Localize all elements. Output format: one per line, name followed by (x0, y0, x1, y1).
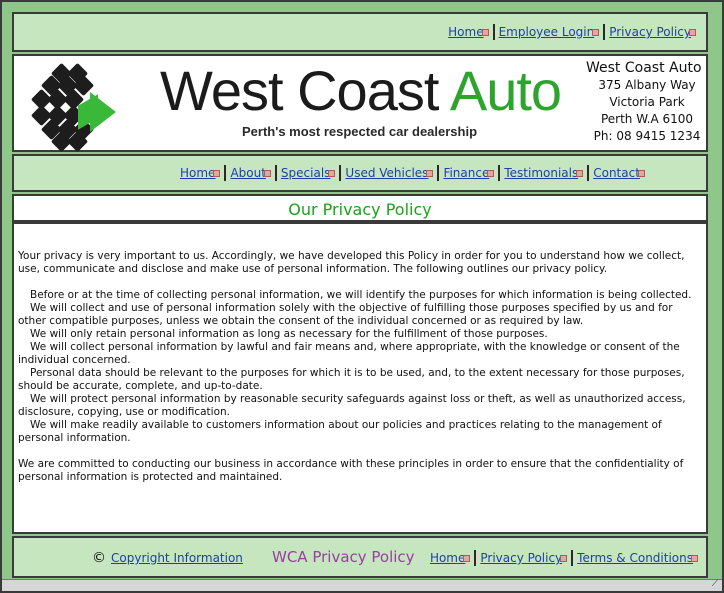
top-nav-bar: Home Employee Login Privacy Policy (12, 12, 708, 52)
nav-separator (474, 550, 477, 566)
external-link-icon (426, 169, 434, 177)
top-nav: Home Employee Login Privacy Policy (448, 24, 696, 40)
nav-separator (603, 24, 606, 40)
external-link-icon (560, 554, 568, 562)
external-link-icon (637, 169, 645, 177)
nav-separator (498, 165, 501, 181)
footer-privacy-policy-link[interactable]: Privacy Policy (480, 551, 562, 565)
external-link-icon (592, 28, 600, 36)
policy-point: We will protect personal information by … (18, 393, 689, 418)
nav-separator (339, 165, 342, 181)
address-phone: Ph: 08 9415 1234 (593, 129, 701, 143)
policy-closing: We are committed to conducting our busin… (18, 458, 687, 483)
logo-mark-icon (30, 62, 124, 153)
nav-specials-link[interactable]: Specials (281, 166, 331, 180)
external-link-icon (213, 169, 221, 177)
copyright-info-link[interactable]: Copyright Information (111, 551, 243, 565)
brand-logo: West Coast Auto Perth's most respected c… (154, 56, 574, 152)
page-title: Our Privacy Policy (288, 200, 432, 219)
header: West Coast Auto Perth's most respected c… (12, 54, 708, 153)
external-link-icon (689, 28, 696, 36)
dealer-address: West Coast Auto 375 Albany Way Victoria … (586, 60, 708, 145)
policy-content: Your privacy is very important to us. Ac… (12, 222, 708, 534)
nav-used-vehicles-link[interactable]: Used Vehicles (345, 166, 428, 180)
footer-title: WCA Privacy Policy (272, 548, 415, 566)
nav-home-link[interactable]: Home (180, 166, 215, 180)
nav-finance-link[interactable]: Finance (443, 166, 489, 180)
nav-separator (274, 165, 277, 181)
external-link-icon (487, 169, 495, 177)
nav-separator (492, 24, 495, 40)
copyright-icon: © (92, 550, 106, 566)
horizontal-scrollbar[interactable]: ⟋ (2, 579, 722, 591)
top-nav-privacy-policy-link[interactable]: Privacy Policy (609, 25, 691, 39)
footer-nav: Home Privacy Policy Terms & Conditions (430, 550, 698, 566)
policy-point: Before or at the time of collecting pers… (30, 289, 692, 301)
address-name: West Coast Auto (586, 60, 702, 76)
policy-point: Personal data should be relevant to the … (18, 367, 688, 392)
policy-point: We will collect and use of personal info… (18, 302, 676, 327)
brand-title: West Coast Auto (160, 59, 562, 122)
footer-copyright: © Copyright Information (92, 550, 243, 566)
main-nav-bar: Home About Specials Used Vehicles Financ… (12, 154, 708, 192)
top-nav-employee-login-link[interactable]: Employee Login (499, 25, 595, 39)
footer: © Copyright Information WCA Privacy Poli… (12, 536, 708, 578)
external-link-icon (463, 554, 471, 562)
policy-point: We will only retain personal information… (30, 328, 548, 340)
nav-separator (437, 165, 440, 181)
nav-contact-link[interactable]: Contact (593, 166, 640, 180)
external-link-icon (576, 169, 584, 177)
policy-point: We will make readily available to custom… (18, 419, 666, 444)
external-link-icon (263, 169, 271, 177)
nav-separator (587, 165, 590, 181)
brand-tagline: Perth's most respected car dealership (242, 124, 478, 139)
main-nav: Home About Specials Used Vehicles Financ… (180, 165, 645, 181)
external-link-icon (691, 554, 698, 562)
address-suburb: Victoria Park (609, 95, 685, 109)
title-bar: Our Privacy Policy (12, 194, 708, 222)
footer-terms-link[interactable]: Terms & Conditions (577, 551, 693, 565)
resize-grip-icon[interactable]: ⟋ (712, 579, 718, 589)
nav-separator (571, 550, 574, 566)
policy-point: We will collect personal information by … (18, 341, 684, 366)
policy-intro: Your privacy is very important to us. Ac… (18, 250, 688, 275)
nav-testimonials-link[interactable]: Testimonials (504, 166, 578, 180)
address-street: 375 Albany Way (598, 78, 696, 92)
external-link-icon (481, 28, 489, 36)
nav-about-link[interactable]: About (230, 166, 265, 180)
footer-home-link[interactable]: Home (430, 551, 465, 565)
top-nav-home-link[interactable]: Home (448, 25, 483, 39)
external-link-icon (328, 169, 336, 177)
address-city: Perth W.A 6100 (600, 112, 694, 126)
nav-separator (224, 165, 227, 181)
